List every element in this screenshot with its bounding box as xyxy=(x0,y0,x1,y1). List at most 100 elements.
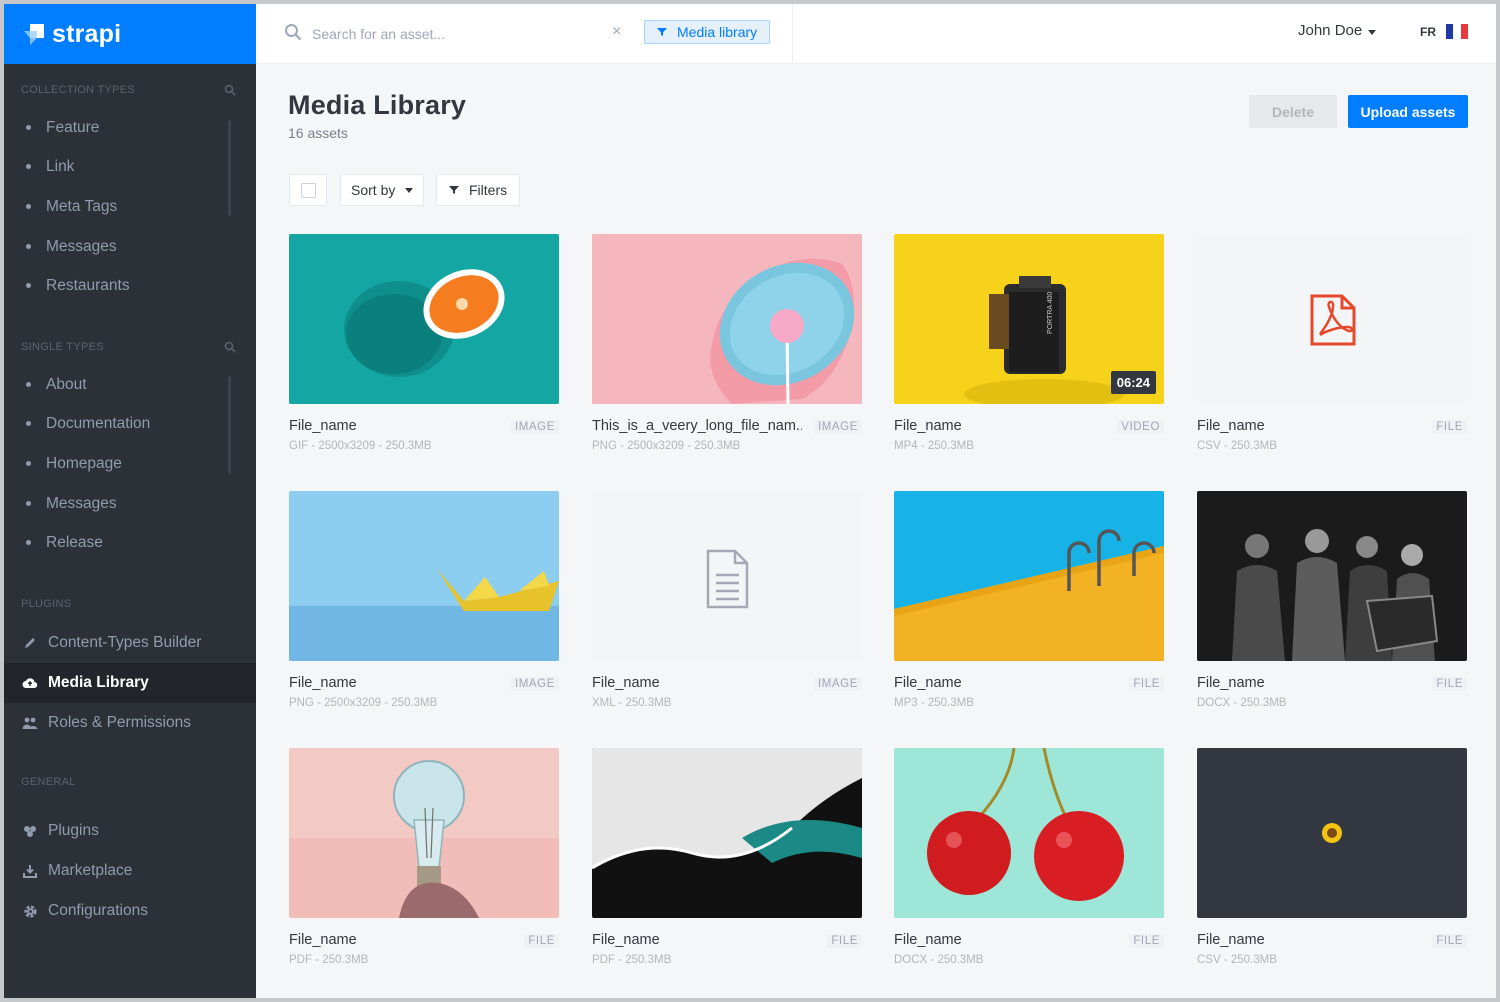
sidebar-item-label: Plugins xyxy=(48,822,99,839)
search-icon[interactable] xyxy=(224,84,236,96)
thumbnail-image xyxy=(1197,748,1467,918)
asset-thumbnail[interactable] xyxy=(1197,491,1467,661)
sidebar-item-release[interactable]: Release xyxy=(4,523,256,562)
bullet-icon xyxy=(26,461,31,466)
user-menu[interactable]: John Doe xyxy=(1298,22,1362,39)
asset-card[interactable]: File_name FILE PDF - 250.3MB xyxy=(289,748,559,988)
thumbnail-image xyxy=(592,748,862,918)
asset-type-badge: IMAGE xyxy=(813,677,862,691)
asset-thumbnail[interactable] xyxy=(592,234,862,404)
filters-button[interactable]: Filters xyxy=(436,174,520,206)
media-library-filter-tag[interactable]: Media library xyxy=(644,20,771,44)
sidebar-item-label: About xyxy=(46,375,87,393)
sidebar-item-media-library[interactable]: Media Library xyxy=(4,663,256,703)
asset-card[interactable]: File_name FILE CSV - 250.3MB xyxy=(1197,234,1467,474)
sidebar-item-content-types-builder[interactable]: Content-Types Builder xyxy=(4,623,256,663)
asset-type-badge: IMAGE xyxy=(813,420,862,434)
sidebar-item-marketplace[interactable]: Marketplace xyxy=(4,851,256,891)
asset-file-name: File_name xyxy=(1197,675,1265,691)
bullet-icon xyxy=(26,244,31,249)
asset-type-badge: VIDEO xyxy=(1117,420,1164,434)
sidebar-item-configurations[interactable]: Configurations xyxy=(4,891,256,931)
sidebar-item-label: Messages xyxy=(46,237,117,255)
asset-type-badge: FILE xyxy=(1129,677,1164,691)
brand-name: strapi xyxy=(52,19,122,48)
asset-thumbnail[interactable] xyxy=(894,491,1164,661)
sort-label: Sort by xyxy=(351,182,396,198)
asset-thumbnail[interactable] xyxy=(289,234,559,404)
sidebar-item-documentation[interactable]: Documentation xyxy=(4,404,256,443)
sort-by-dropdown[interactable]: Sort by xyxy=(340,174,424,206)
asset-card[interactable]: File_name FILE MP3 - 250.3MB xyxy=(894,491,1164,731)
sidebar-item-label: Link xyxy=(46,157,75,175)
sidebar-item-messages[interactable]: Messages xyxy=(4,484,256,523)
sidebar-item-feature[interactable]: Feature xyxy=(4,108,256,147)
asset-card[interactable]: File_name IMAGE GIF - 2500x3209 - 250.3MB xyxy=(289,234,559,474)
collection-types-title: COLLECTION TYPES xyxy=(21,84,136,96)
general-section: GENERAL Plugins Marketplace Configuratio… xyxy=(4,772,256,931)
asset-meta: MP4 - 250.3MB xyxy=(894,440,974,452)
sidebar-item-link[interactable]: Link xyxy=(4,147,256,186)
search-input[interactable] xyxy=(312,22,592,46)
asset-meta: XML - 250.3MB xyxy=(592,697,672,709)
bullet-icon xyxy=(26,382,31,387)
delete-button[interactable]: Delete xyxy=(1249,95,1337,128)
asset-card[interactable]: File_name FILE PDF - 250.3MB xyxy=(592,748,862,988)
asset-card[interactable]: This_is_a_veery_long_file_nam... IMAGE PNG… xyxy=(592,234,862,474)
divider xyxy=(792,4,793,64)
french-flag-icon[interactable] xyxy=(1446,24,1468,39)
sidebar-item-messages[interactable]: Messages xyxy=(4,227,256,266)
sidebar-item-homepage[interactable]: Homepage xyxy=(4,443,256,484)
asset-card[interactable]: File_name FILE CSV - 250.3MB xyxy=(1197,748,1467,988)
select-all-checkbox[interactable] xyxy=(289,174,327,206)
asset-thumbnail[interactable]: PORTRA 400 06:24 xyxy=(894,234,1164,404)
asset-type-badge: FILE xyxy=(1432,420,1467,434)
sidebar-item-restaurants[interactable]: Restaurants xyxy=(4,266,256,305)
sidebar-item-label: Documentation xyxy=(46,414,151,432)
sidebar-item-label: Messages xyxy=(46,494,117,512)
thumbnail-image xyxy=(894,491,1164,661)
search-icon[interactable] xyxy=(224,341,236,353)
asset-card[interactable]: PORTRA 400 06:24 File_name VIDEO MP4 - 250.3… xyxy=(894,234,1164,474)
asset-thumbnail[interactable] xyxy=(1197,748,1467,918)
single-types-title: SINGLE TYPES xyxy=(21,341,104,353)
asset-file-name: File_name xyxy=(289,932,357,948)
scrollbar[interactable] xyxy=(228,120,231,216)
users-icon xyxy=(22,715,38,731)
search-icon[interactable] xyxy=(284,23,302,41)
asset-thumbnail[interactable] xyxy=(592,748,862,918)
app-window: strapi COLLECTION TYPES Feature Link Met… xyxy=(4,4,1496,998)
asset-file-name: File_name xyxy=(289,675,357,691)
top-header: × Media library John Doe FR xyxy=(256,4,1496,64)
language-switcher[interactable]: FR xyxy=(1420,25,1436,39)
bullet-icon xyxy=(26,204,31,209)
upload-assets-button[interactable]: Upload assets xyxy=(1348,95,1468,128)
sidebar-item-plugins[interactable]: Plugins xyxy=(4,811,256,851)
sidebar-item-label: Meta Tags xyxy=(46,197,118,215)
asset-file-name: File_name xyxy=(289,418,357,434)
asset-thumbnail[interactable] xyxy=(289,491,559,661)
asset-thumbnail[interactable] xyxy=(894,748,1164,918)
asset-file-name: File_name xyxy=(894,418,962,434)
asset-card[interactable]: File_name FILE DOCX - 250.3MB xyxy=(894,748,1164,988)
asset-type-badge: IMAGE xyxy=(510,677,559,691)
chevron-down-icon[interactable] xyxy=(1368,30,1376,35)
general-title: GENERAL xyxy=(21,776,76,788)
asset-thumbnail[interactable] xyxy=(289,748,559,918)
sidebar-item-roles-permissions[interactable]: Roles & Permissions xyxy=(4,703,256,743)
sidebar-item-meta-tags[interactable]: Meta Tags xyxy=(4,186,256,227)
clear-search-icon[interactable]: × xyxy=(612,24,626,40)
asset-card[interactable]: File_name FILE DOCX - 250.3MB xyxy=(1197,491,1467,731)
thumbnail-image xyxy=(1197,491,1467,661)
asset-thumbnail[interactable] xyxy=(592,491,862,661)
asset-card[interactable]: File_name IMAGE XML - 250.3MB xyxy=(592,491,862,731)
page-title: Media Library xyxy=(288,90,467,120)
sidebar-item-about[interactable]: About xyxy=(4,365,256,404)
download-icon xyxy=(22,863,38,879)
sidebar-item-label: Restaurants xyxy=(46,276,130,294)
asset-thumbnail[interactable] xyxy=(1197,234,1467,404)
asset-meta: MP3 - 250.3MB xyxy=(894,697,974,709)
strapi-logo[interactable]: strapi xyxy=(4,4,256,64)
scrollbar[interactable] xyxy=(228,376,231,474)
asset-card[interactable]: File_name IMAGE PNG - 2500x3209 - 250.3MB xyxy=(289,491,559,731)
